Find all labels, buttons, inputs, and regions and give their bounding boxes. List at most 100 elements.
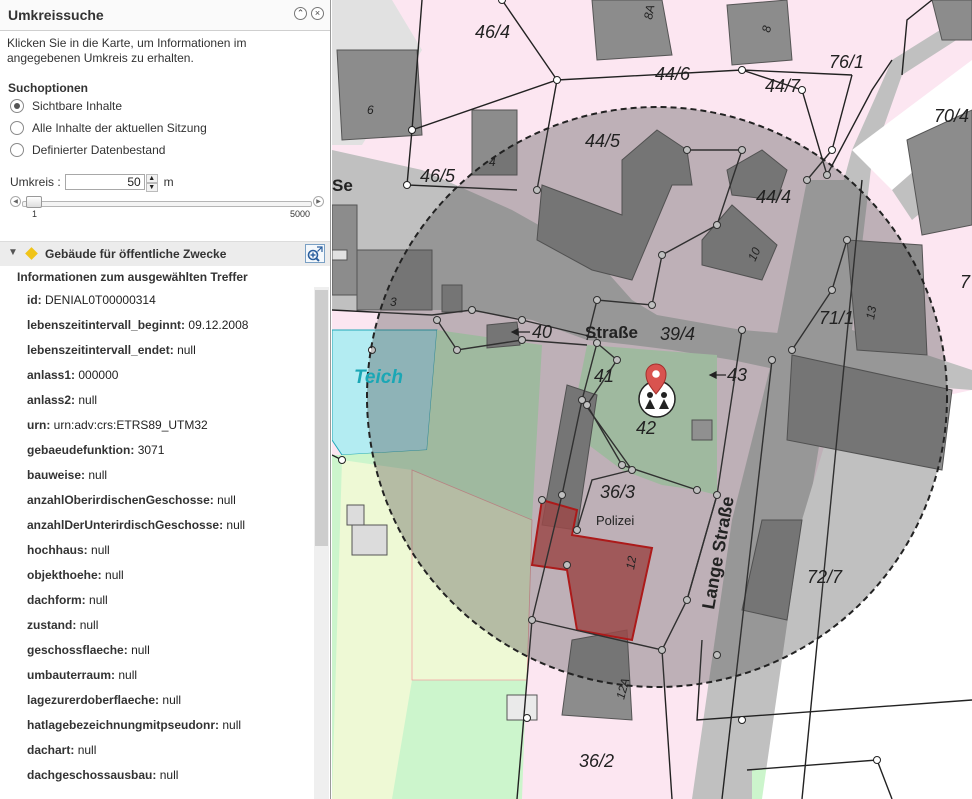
parcel-label: 42 (636, 418, 656, 438)
water-label-teich: Teich (354, 367, 403, 388)
attribute-key: bauweise: (27, 468, 86, 482)
close-icon[interactable]: × (311, 7, 324, 20)
attribute-key: dachgeschossausbau: (27, 768, 157, 782)
shed-b (351, 524, 388, 556)
shed-a (346, 504, 365, 526)
parcel-label: 44/6 (655, 64, 691, 84)
layer-diamond-icon (25, 247, 38, 260)
radius-slider[interactable]: ◀ ▶ (10, 196, 324, 210)
search-options-label: Suchoptionen (8, 81, 88, 95)
option-defined-dataset[interactable]: Definierter Datenbestand (10, 142, 165, 158)
attribute-value: null (91, 543, 110, 557)
attribute-key: anlass2: (27, 393, 76, 407)
attribute-key: hatlagebezeichnungmitpseudonr: (27, 718, 220, 732)
radio-defined-dataset[interactable] (10, 143, 24, 157)
parcel-label: 41 (594, 366, 614, 386)
slider-track[interactable] (22, 201, 312, 207)
attribute-key: hochhaus: (27, 543, 88, 557)
attribute-row: anzahlDerUnterirdischGeschosse: null (27, 513, 312, 538)
parcel-label: 36/3 (600, 482, 635, 502)
attribute-row: lebenszeitintervall_endet: null (27, 338, 312, 363)
slider-right-arrow-icon[interactable]: ▶ (313, 196, 324, 207)
zoom-to-icon[interactable] (305, 244, 325, 263)
attribute-key: dachart: (27, 743, 75, 757)
attribute-key: geschossflaeche: (27, 643, 128, 657)
building-8a (591, 0, 673, 61)
parcel-label: 44/7 (765, 76, 801, 96)
attribute-value: null (78, 393, 98, 407)
parcel-label: 46/5 (420, 166, 456, 186)
attribute-row: hochhaus: null (27, 538, 312, 563)
parcel-label: 43 (727, 365, 747, 385)
scrollbar-thumb[interactable] (315, 290, 328, 546)
attribute-value: null (77, 743, 97, 757)
parcel-label: 72/7 (807, 567, 843, 587)
attribute-value: null (159, 768, 179, 782)
radius-input[interactable] (64, 174, 145, 190)
shed-e (332, 249, 348, 261)
radius-unit: m (163, 175, 174, 189)
attribute-row: geschossflaeche: null (27, 638, 312, 663)
attribute-key: objekthoehe: (27, 568, 102, 582)
shed-c (506, 694, 538, 721)
attribute-key: gebaeudefunktion: (27, 443, 135, 457)
radius-spinner[interactable]: ▲ ▼ (145, 174, 158, 192)
attribute-key: anlass1: (27, 368, 76, 382)
parcel-label: 13 (863, 305, 879, 321)
street-label-partial: Se (332, 176, 353, 195)
leader-label: 40 (532, 322, 552, 342)
radio-session-content[interactable] (10, 121, 24, 135)
option-label: Alle Inhalte der aktuellen Sitzung (32, 121, 207, 135)
parcel-label: 4 (489, 155, 496, 169)
parcel-label: 46/4 (475, 22, 510, 42)
attribute-row: anlass2: null (27, 388, 312, 413)
attribute-value: null (131, 643, 150, 657)
option-visible-content[interactable]: Sichtbare Inhalte (10, 98, 122, 114)
attribute-row: hatlagebezeichnungmitpseudonr: null (27, 713, 312, 738)
collapse-icon[interactable]: ⌃ (294, 7, 307, 20)
cadastral-map[interactable]: 46/4 8A 8 76/1 44/6 44/7 70/4 6 4 44/5 4… (332, 0, 972, 799)
attribute-key: id: (27, 293, 42, 307)
building-8 (726, 0, 793, 66)
parcel-label: 39/4 (660, 324, 695, 344)
radius-label: Umkreis : (10, 175, 61, 189)
attribute-key: zustand: (27, 618, 77, 632)
attribute-value: null (118, 668, 138, 682)
slider-min-label: 1 (32, 209, 38, 219)
result-group-header[interactable]: ▼ Gebäude für öffentliche Zwecke (0, 241, 330, 266)
parcel-label: 71/1 (819, 308, 854, 328)
attribute-value: DENIAL0T00000314 (45, 293, 156, 307)
option-label: Definierter Datenbestand (32, 143, 166, 157)
attribute-value: 09.12.2008 (188, 318, 249, 332)
parcel-label: 7 (960, 272, 971, 292)
slider-left-arrow-icon[interactable]: ◀ (10, 196, 21, 207)
spin-up-icon[interactable]: ▲ (145, 174, 158, 183)
parcel-label: 76/1 (829, 52, 864, 72)
expand-icon[interactable]: ▼ (8, 247, 18, 258)
attribute-row: lebenszeitintervall_beginnt: 09.12.2008 (27, 313, 312, 338)
slider-max-label: 5000 (290, 209, 311, 219)
option-session-content[interactable]: Alle Inhalte der aktuellen Sitzung (10, 120, 207, 136)
attribute-row: dachgeschossausbau: null (27, 763, 312, 788)
building-label-polizei: Polizei (596, 513, 634, 528)
attribute-row: dachart: null (27, 738, 312, 763)
attribute-value: 3071 (137, 443, 165, 457)
attribute-row: anlass1: 000000 (27, 363, 312, 388)
parcel-label: 12 (623, 555, 639, 571)
attribute-row: lagezurerdoberflaeche: null (27, 688, 312, 713)
parcel-label: 36/2 (579, 751, 614, 771)
option-label: Sichtbare Inhalte (32, 99, 123, 113)
attribute-row: urn: urn:adv:crs:ETRS89_UTM32 (27, 413, 312, 438)
radio-visible-content[interactable] (10, 99, 24, 113)
building-6 (336, 49, 423, 141)
attribute-value: null (88, 468, 108, 482)
attribute-key: lebenszeitintervall_endet: (27, 343, 174, 357)
attribute-scrollbar[interactable] (314, 287, 329, 799)
attribute-value: null (79, 618, 99, 632)
attribute-key: lagezurerdoberflaeche: (27, 693, 160, 707)
slider-thumb[interactable] (26, 196, 42, 208)
panel-header: Umkreissuche ⌃ × (0, 0, 330, 31)
parcel-label: 44/4 (756, 187, 791, 207)
spin-down-icon[interactable]: ▼ (145, 183, 158, 192)
attribute-row: id: DENIAL0T00000314 (27, 288, 312, 313)
